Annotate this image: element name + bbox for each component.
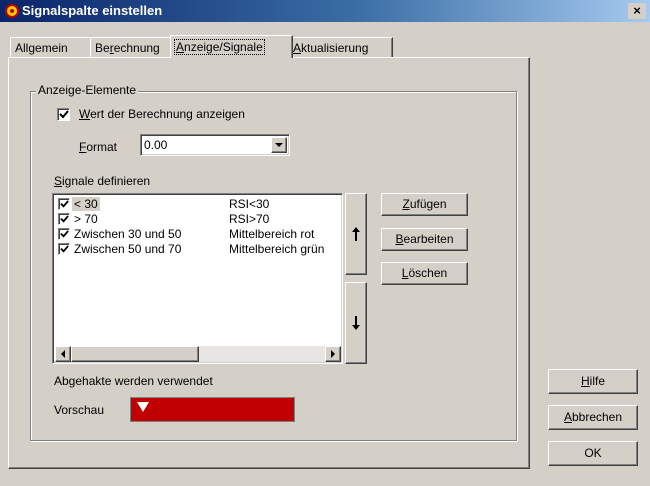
preview-swatch — [130, 397, 295, 422]
window-title: Signalspalte einstellen — [22, 3, 163, 18]
close-icon: × — [633, 3, 641, 18]
ok-button[interactable]: OK — [548, 441, 638, 466]
checkmark-icon — [59, 110, 69, 119]
signal-name: > 70 — [74, 212, 98, 226]
show-value-checkbox[interactable] — [57, 108, 70, 121]
signals-label: Signale definieren — [54, 174, 151, 188]
cancel-button[interactable]: Abbrechen — [548, 405, 638, 430]
chevron-down-icon — [275, 143, 283, 147]
row-checkbox[interactable] — [58, 198, 70, 210]
signal-description: RSI>70 — [229, 212, 270, 226]
move-up-button[interactable] — [345, 193, 367, 275]
tab-allgemein[interactable]: Allgemein — [10, 37, 98, 58]
move-down-button[interactable] — [345, 282, 367, 364]
list-item[interactable]: < 30 RSI<30 — [58, 197, 330, 212]
row-checkbox[interactable] — [58, 213, 70, 225]
signal-name: Zwischen 30 und 50 — [74, 227, 182, 241]
add-button[interactable]: Zufügen — [381, 193, 468, 216]
list-item[interactable]: Zwischen 50 und 70 Mittelbereich grün — [58, 242, 330, 257]
signal-name: < 30 — [72, 197, 100, 211]
checkmark-icon — [60, 230, 69, 238]
show-value-label[interactable]: Wert der Berechnung anzeigen — [79, 107, 245, 121]
format-dropdown-button[interactable] — [271, 137, 287, 153]
row-checkbox[interactable] — [58, 228, 70, 240]
signal-description: Mittelbereich rot — [229, 227, 315, 241]
signal-name: Zwischen 50 und 70 — [74, 242, 182, 256]
triangle-down-icon — [137, 402, 149, 412]
help-button[interactable]: Hilfe — [548, 369, 638, 394]
scroll-left-button[interactable] — [55, 346, 71, 362]
group-title: Anzeige-Elemente — [36, 83, 139, 97]
app-icon — [4, 3, 20, 19]
close-button[interactable]: × — [628, 3, 646, 19]
scroll-right-button[interactable] — [325, 346, 341, 362]
tab-aktualisierung[interactable]: Aktualisierung — [288, 37, 393, 58]
tab-anzeige-signale[interactable]: Anzeige/Signale — [170, 35, 293, 58]
checkmark-icon — [60, 245, 69, 253]
signal-description: Mittelbereich grün — [229, 242, 325, 256]
row-checkbox[interactable] — [58, 243, 70, 255]
horizontal-scrollbar[interactable] — [55, 346, 341, 362]
delete-button[interactable]: Löschen — [381, 262, 468, 285]
format-label: Format — [79, 140, 118, 154]
tab-berechnung[interactable]: Berechnung — [90, 37, 178, 58]
arrow-down-icon — [352, 316, 360, 330]
format-select[interactable]: 0.00 — [140, 134, 290, 156]
chevron-right-icon — [331, 350, 335, 358]
edit-button[interactable]: Bearbeiten — [381, 228, 468, 251]
signals-list[interactable]: < 30 RSI<30 > 70 RSI>70 Zwischen 30 und … — [52, 193, 343, 364]
scroll-thumb[interactable] — [71, 346, 199, 362]
used-note: Abgehakte werden verwendet — [54, 374, 213, 388]
checkmark-icon — [60, 200, 69, 208]
signal-description: RSI<30 — [229, 197, 270, 211]
list-item[interactable]: Zwischen 30 und 50 Mittelbereich rot — [58, 227, 330, 242]
arrow-up-icon — [352, 227, 360, 241]
format-value: 0.00 — [144, 138, 168, 152]
preview-label: Vorschau — [54, 403, 105, 417]
checkmark-icon — [60, 215, 69, 223]
chevron-left-icon — [61, 350, 65, 358]
list-item[interactable]: > 70 RSI>70 — [58, 212, 330, 227]
